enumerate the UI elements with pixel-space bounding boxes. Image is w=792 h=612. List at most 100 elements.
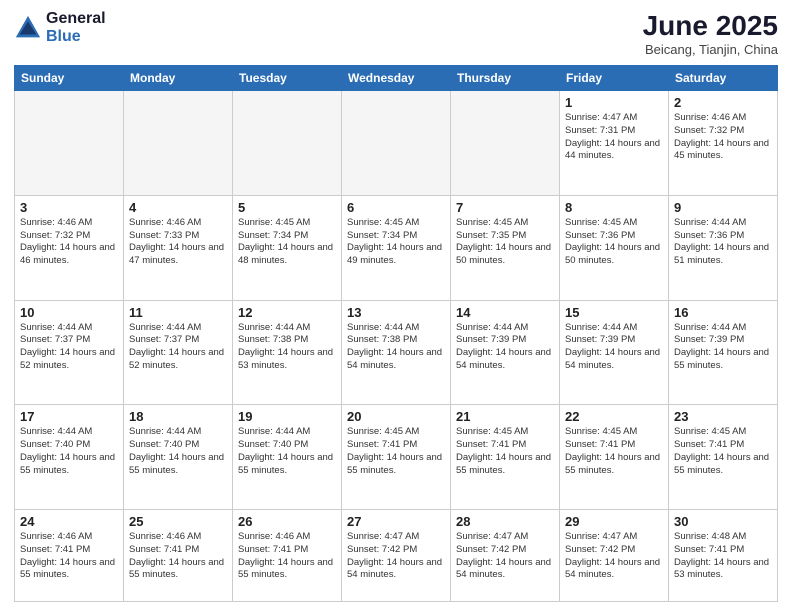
calendar-header-monday: Monday	[124, 66, 233, 91]
day-info: Sunrise: 4:45 AMSunset: 7:34 PMDaylight:…	[347, 217, 445, 268]
day-info: Sunrise: 4:44 AMSunset: 7:38 PMDaylight:…	[347, 322, 445, 373]
calendar-cell: 24 Sunrise: 4:46 AMSunset: 7:41 PMDayligh…	[15, 510, 124, 602]
title-block: June 2025 Beicang, Tianjin, China	[643, 10, 778, 57]
day-info: Sunrise: 4:44 AMSunset: 7:37 PMDaylight:…	[129, 322, 227, 373]
day-number: 26	[238, 514, 336, 529]
location: Beicang, Tianjin, China	[643, 42, 778, 57]
day-info: Sunrise: 4:46 AMSunset: 7:41 PMDaylight:…	[20, 531, 118, 582]
day-info: Sunrise: 4:44 AMSunset: 7:37 PMDaylight:…	[20, 322, 118, 373]
day-number: 19	[238, 409, 336, 424]
calendar-cell: 21 Sunrise: 4:45 AMSunset: 7:41 PMDayligh…	[451, 405, 560, 510]
calendar-cell: 26 Sunrise: 4:46 AMSunset: 7:41 PMDayligh…	[233, 510, 342, 602]
calendar-cell	[451, 91, 560, 196]
calendar-cell: 25 Sunrise: 4:46 AMSunset: 7:41 PMDayligh…	[124, 510, 233, 602]
page: General Blue June 2025 Beicang, Tianjin,…	[0, 0, 792, 612]
day-info: Sunrise: 4:46 AMSunset: 7:41 PMDaylight:…	[238, 531, 336, 582]
day-number: 13	[347, 305, 445, 320]
day-number: 1	[565, 95, 663, 110]
day-number: 2	[674, 95, 772, 110]
day-number: 14	[456, 305, 554, 320]
calendar-week-1: 1 Sunrise: 4:47 AMSunset: 7:31 PMDaylight…	[15, 91, 778, 196]
calendar-cell: 9 Sunrise: 4:44 AMSunset: 7:36 PMDaylight…	[669, 195, 778, 300]
day-info: Sunrise: 4:45 AMSunset: 7:41 PMDaylight:…	[456, 426, 554, 477]
calendar-header-tuesday: Tuesday	[233, 66, 342, 91]
day-info: Sunrise: 4:44 AMSunset: 7:40 PMDaylight:…	[20, 426, 118, 477]
calendar-week-3: 10 Sunrise: 4:44 AMSunset: 7:37 PMDayligh…	[15, 300, 778, 405]
day-number: 5	[238, 200, 336, 215]
calendar-cell: 29 Sunrise: 4:47 AMSunset: 7:42 PMDayligh…	[560, 510, 669, 602]
calendar-cell: 22 Sunrise: 4:45 AMSunset: 7:41 PMDayligh…	[560, 405, 669, 510]
calendar-cell	[124, 91, 233, 196]
day-info: Sunrise: 4:47 AMSunset: 7:42 PMDaylight:…	[347, 531, 445, 582]
day-info: Sunrise: 4:48 AMSunset: 7:41 PMDaylight:…	[674, 531, 772, 582]
calendar-cell: 1 Sunrise: 4:47 AMSunset: 7:31 PMDaylight…	[560, 91, 669, 196]
calendar-header-thursday: Thursday	[451, 66, 560, 91]
day-info: Sunrise: 4:44 AMSunset: 7:36 PMDaylight:…	[674, 217, 772, 268]
calendar-header-saturday: Saturday	[669, 66, 778, 91]
day-number: 27	[347, 514, 445, 529]
logo-general: General	[46, 10, 106, 28]
day-info: Sunrise: 4:46 AMSunset: 7:33 PMDaylight:…	[129, 217, 227, 268]
logo-blue: Blue	[46, 28, 106, 46]
calendar-header-wednesday: Wednesday	[342, 66, 451, 91]
day-number: 10	[20, 305, 118, 320]
day-info: Sunrise: 4:45 AMSunset: 7:36 PMDaylight:…	[565, 217, 663, 268]
calendar-cell: 18Sunrise: 4:44 AMSunset: 7:40 PMDayligh…	[124, 405, 233, 510]
calendar-week-4: 17 Sunrise: 4:44 AMSunset: 7:40 PMDayligh…	[15, 405, 778, 510]
calendar-cell: 6Sunrise: 4:45 AMSunset: 7:34 PMDaylight…	[342, 195, 451, 300]
day-info: Sunrise: 4:44 AMSunset: 7:39 PMDaylight:…	[456, 322, 554, 373]
day-number: 25	[129, 514, 227, 529]
day-number: 16	[674, 305, 772, 320]
calendar-cell: 4Sunrise: 4:46 AMSunset: 7:33 PMDaylight…	[124, 195, 233, 300]
calendar-cell: 23 Sunrise: 4:45 AMSunset: 7:41 PMDayligh…	[669, 405, 778, 510]
calendar-cell: 30 Sunrise: 4:48 AMSunset: 7:41 PMDayligh…	[669, 510, 778, 602]
logo-text: General Blue	[46, 10, 106, 45]
day-info: Sunrise: 4:45 AMSunset: 7:41 PMDaylight:…	[347, 426, 445, 477]
calendar-cell: 12 Sunrise: 4:44 AMSunset: 7:38 PMDayligh…	[233, 300, 342, 405]
day-info: Sunrise: 4:46 AMSunset: 7:41 PMDaylight:…	[129, 531, 227, 582]
calendar-cell: 11 Sunrise: 4:44 AMSunset: 7:37 PMDayligh…	[124, 300, 233, 405]
day-number: 22	[565, 409, 663, 424]
calendar-cell: 2 Sunrise: 4:46 AMSunset: 7:32 PMDaylight…	[669, 91, 778, 196]
calendar-cell	[233, 91, 342, 196]
day-number: 7	[456, 200, 554, 215]
calendar-header-row: SundayMondayTuesdayWednesdayThursdayFrid…	[15, 66, 778, 91]
day-info: Sunrise: 4:47 AMSunset: 7:42 PMDaylight:…	[456, 531, 554, 582]
day-info: Sunrise: 4:44 AMSunset: 7:39 PMDaylight:…	[565, 322, 663, 373]
day-info: Sunrise: 4:44 AMSunset: 7:38 PMDaylight:…	[238, 322, 336, 373]
day-number: 3	[20, 200, 118, 215]
day-number: 29	[565, 514, 663, 529]
day-info: Sunrise: 4:46 AMSunset: 7:32 PMDaylight:…	[674, 112, 772, 163]
calendar-week-2: 3 Sunrise: 4:46 AMSunset: 7:32 PMDaylight…	[15, 195, 778, 300]
calendar-header-friday: Friday	[560, 66, 669, 91]
calendar-cell: 3 Sunrise: 4:46 AMSunset: 7:32 PMDaylight…	[15, 195, 124, 300]
day-info: Sunrise: 4:47 AMSunset: 7:42 PMDaylight:…	[565, 531, 663, 582]
day-info: Sunrise: 4:44 AMSunset: 7:39 PMDaylight:…	[674, 322, 772, 373]
day-number: 18	[129, 409, 227, 424]
day-info: Sunrise: 4:45 AMSunset: 7:35 PMDaylight:…	[456, 217, 554, 268]
day-number: 8	[565, 200, 663, 215]
calendar-cell: 5Sunrise: 4:45 AMSunset: 7:34 PMDaylight…	[233, 195, 342, 300]
day-number: 17	[20, 409, 118, 424]
day-number: 12	[238, 305, 336, 320]
calendar-cell: 20Sunrise: 4:45 AMSunset: 7:41 PMDayligh…	[342, 405, 451, 510]
day-number: 15	[565, 305, 663, 320]
day-number: 11	[129, 305, 227, 320]
day-info: Sunrise: 4:46 AMSunset: 7:32 PMDaylight:…	[20, 217, 118, 268]
day-number: 24	[20, 514, 118, 529]
day-info: Sunrise: 4:45 AMSunset: 7:41 PMDaylight:…	[565, 426, 663, 477]
day-number: 9	[674, 200, 772, 215]
calendar-cell	[342, 91, 451, 196]
logo: General Blue	[14, 10, 106, 45]
day-info: Sunrise: 4:45 AMSunset: 7:41 PMDaylight:…	[674, 426, 772, 477]
day-info: Sunrise: 4:47 AMSunset: 7:31 PMDaylight:…	[565, 112, 663, 163]
day-number: 23	[674, 409, 772, 424]
calendar-cell: 19Sunrise: 4:44 AMSunset: 7:40 PMDayligh…	[233, 405, 342, 510]
calendar-cell: 16 Sunrise: 4:44 AMSunset: 7:39 PMDayligh…	[669, 300, 778, 405]
calendar-cell: 17 Sunrise: 4:44 AMSunset: 7:40 PMDayligh…	[15, 405, 124, 510]
day-number: 21	[456, 409, 554, 424]
calendar-cell: 14 Sunrise: 4:44 AMSunset: 7:39 PMDayligh…	[451, 300, 560, 405]
calendar-cell: 15 Sunrise: 4:44 AMSunset: 7:39 PMDayligh…	[560, 300, 669, 405]
calendar-cell: 7 Sunrise: 4:45 AMSunset: 7:35 PMDaylight…	[451, 195, 560, 300]
day-number: 30	[674, 514, 772, 529]
